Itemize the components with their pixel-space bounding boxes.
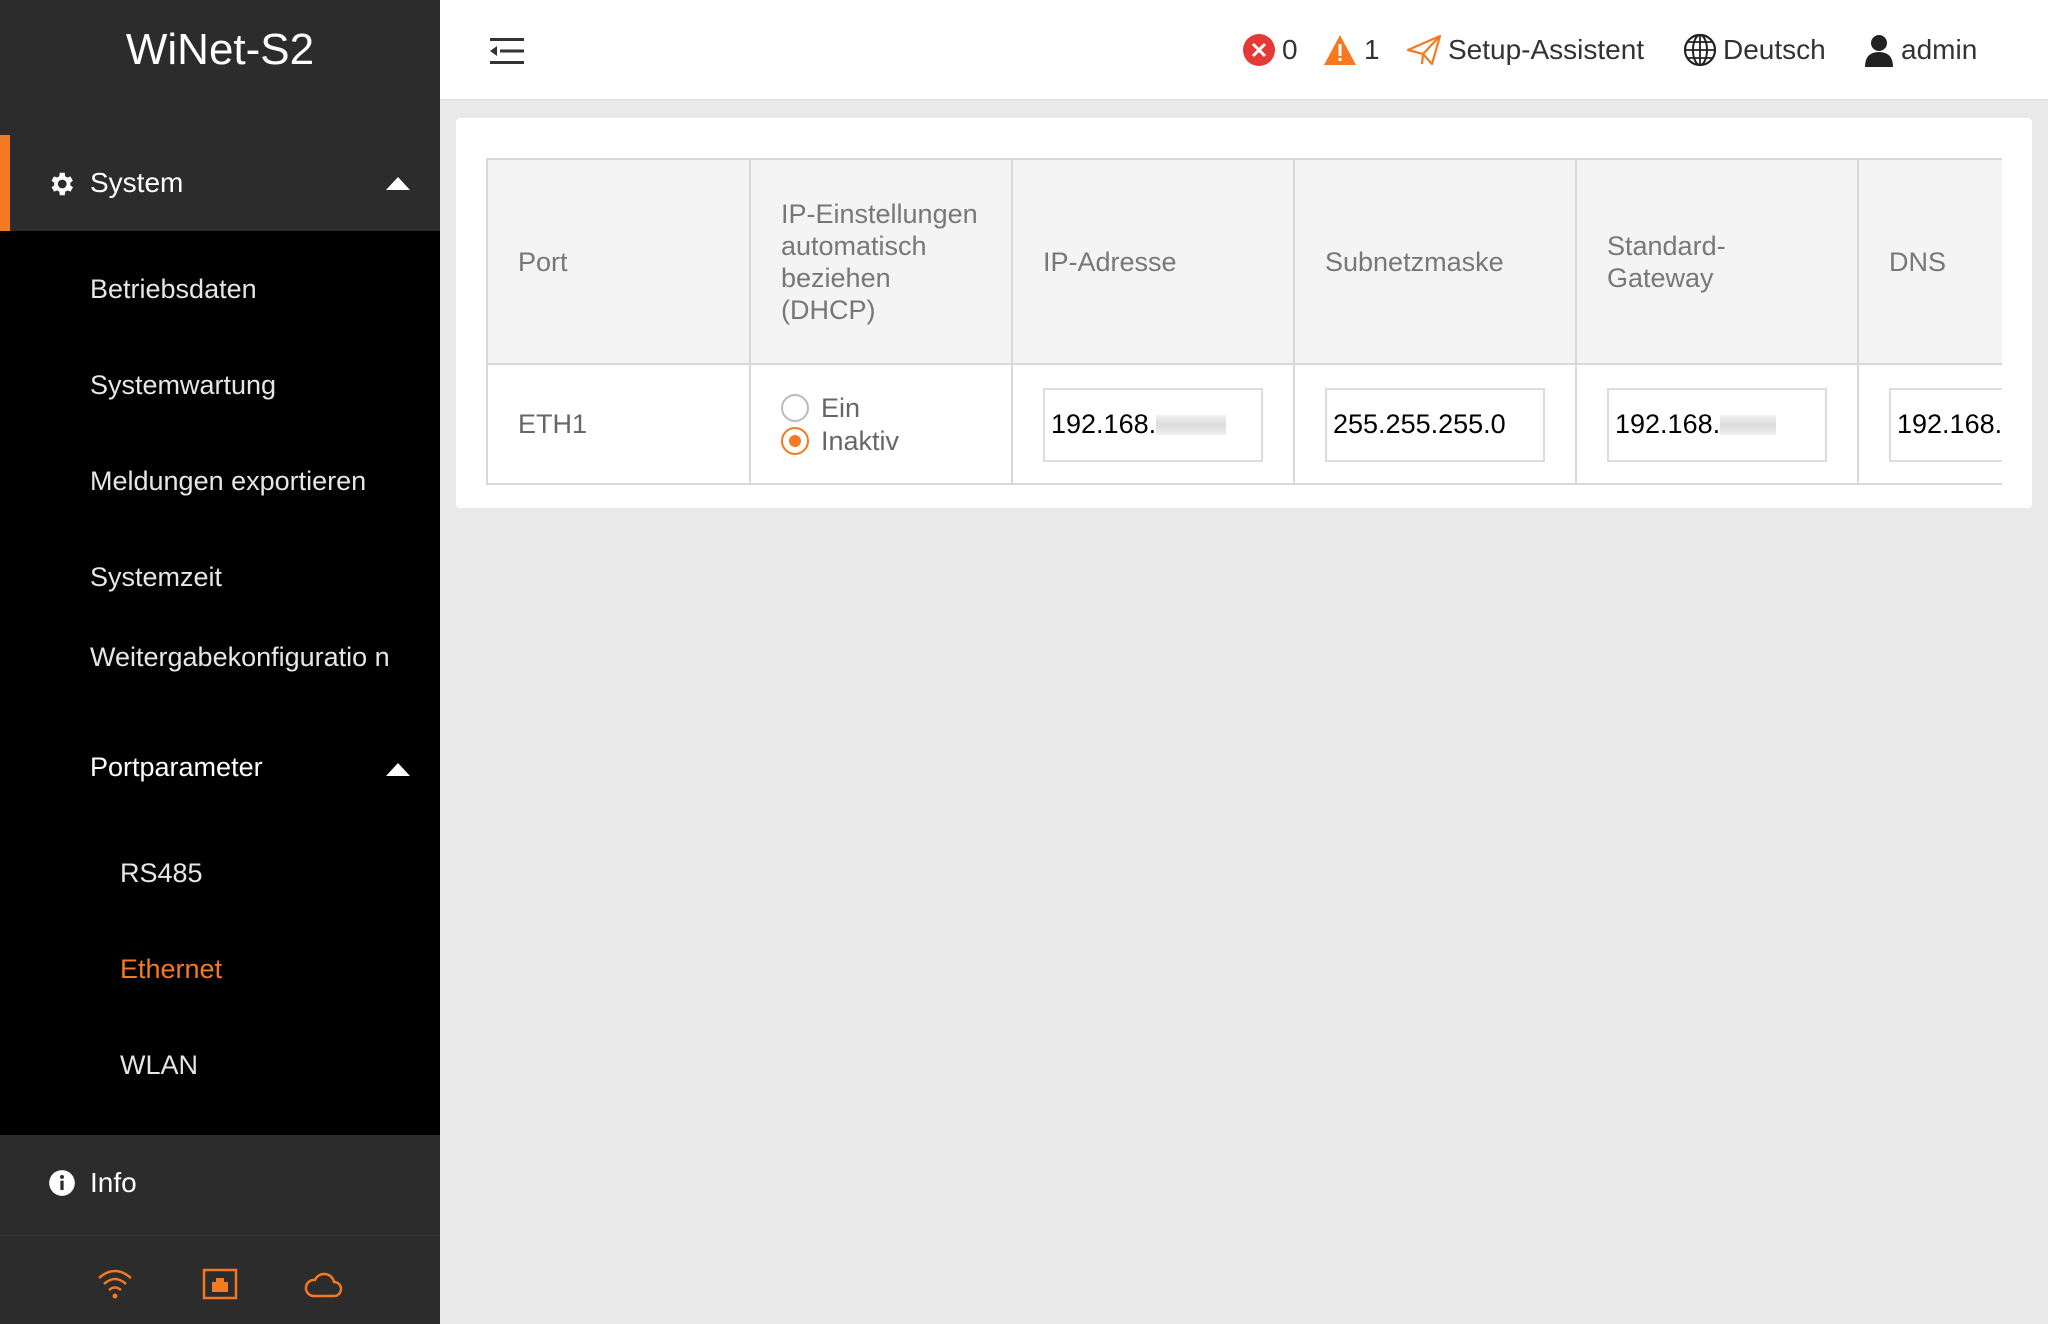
dhcp-off-radio[interactable]: Inaktiv [781, 425, 981, 458]
column-header-dhcp: IP-Einstellungen automatisch beziehen (D… [750, 160, 1013, 365]
redacted-blur [1156, 414, 1227, 435]
column-header-gateway: Standard-Gateway [1576, 160, 1859, 365]
subnet-mask-input[interactable]: 255.255.255.0 [1325, 387, 1545, 462]
menu-toggle-icon[interactable] [490, 36, 524, 66]
table-row: ETH1 Ein Inaktiv 192.168. 255.255.255.0 … [488, 364, 2002, 483]
sidebar: WiNet-S2 System Betriebsdaten Systemwart… [0, 0, 440, 1324]
gateway-value: 192.168. [1615, 409, 1721, 439]
user-icon [1865, 35, 1893, 67]
sidebar-item-systemzeit[interactable]: Systemzeit [90, 562, 390, 592]
ip-address-value: 192.168. [1051, 409, 1157, 439]
setup-assistant-label: Setup-Assistent [1448, 34, 1645, 65]
ethernet-table-wrapper: Port IP-Einstellungen automatisch bezieh… [486, 158, 2002, 485]
table-header-row: Port IP-Einstellungen automatisch bezieh… [488, 160, 2002, 365]
language-selector[interactable]: Deutsch [1683, 32, 1826, 68]
sidebar-item-portparameter[interactable]: Portparameter [90, 752, 263, 783]
sidebar-item-info[interactable]: Info [0, 1135, 440, 1231]
sidebar-item-wlan[interactable]: WLAN [120, 1050, 198, 1081]
info-icon [49, 1170, 75, 1196]
sidebar-item-meldungen-exportieren[interactable]: Meldungen exportieren [90, 466, 390, 496]
status-icons-bar [0, 1235, 440, 1324]
setup-assistant-button[interactable]: Setup-Assistent [1406, 32, 1644, 68]
send-icon [1406, 34, 1442, 66]
dhcp-off-label: Inaktiv [821, 425, 900, 456]
globe-icon [1683, 33, 1717, 67]
column-header-port: Port [488, 160, 751, 365]
caret-up-icon [386, 763, 410, 776]
sidebar-item-betriebsdaten[interactable]: Betriebsdaten [90, 274, 390, 304]
user-menu[interactable]: admin [1863, 32, 1977, 68]
error-icon [1243, 34, 1275, 66]
ethernet-icon[interactable] [200, 1266, 240, 1302]
warning-count: 1 [1364, 34, 1380, 65]
error-indicator[interactable]: 0 [1242, 32, 1298, 68]
radio-button[interactable] [781, 394, 809, 422]
ethernet-table: Port IP-Einstellungen automatisch bezieh… [488, 160, 2002, 483]
dhcp-cell: Ein Inaktiv [750, 364, 1013, 483]
port-cell: ETH1 [488, 364, 751, 483]
gear-icon [51, 172, 73, 196]
sidebar-item-label: System [90, 167, 184, 198]
ip-address-input[interactable]: 192.168. [1043, 387, 1263, 462]
warning-icon [1324, 35, 1356, 65]
user-label: admin [1901, 34, 1978, 65]
column-header-ip-address: IP-Adresse [1012, 160, 1295, 365]
column-header-dns: DNS [1858, 160, 2002, 365]
redacted-blur [1720, 414, 1777, 435]
dns-value: 192.168. [1897, 409, 2002, 439]
sidebar-item-label: Info [90, 1167, 137, 1198]
column-header-subnet-mask: Subnetzmaske [1294, 160, 1577, 365]
ethernet-settings-card: Port IP-Einstellungen automatisch bezieh… [456, 118, 2032, 508]
system-submenu: Betriebsdaten Systemwartung Meldungen ex… [0, 231, 440, 1135]
warning-indicator[interactable]: 1 [1322, 32, 1380, 68]
sidebar-item-ethernet[interactable]: Ethernet [120, 954, 222, 985]
cloud-icon[interactable] [303, 1266, 343, 1302]
dns-cell: 192.168. [1858, 364, 2002, 483]
sidebar-item-weitergabekonfiguration[interactable]: Weitergabekonfiguratio n [90, 643, 390, 671]
mask-cell: 255.255.255.0 [1294, 364, 1577, 483]
language-label: Deutsch [1723, 34, 1826, 65]
dhcp-on-label: Ein [821, 392, 861, 423]
active-indicator [0, 135, 10, 231]
dhcp-on-radio[interactable]: Ein [781, 392, 981, 425]
gateway-cell: 192.168. [1576, 364, 1859, 483]
wifi-icon[interactable] [95, 1266, 135, 1302]
dns-input[interactable]: 192.168. [1889, 387, 2002, 462]
ip-cell: 192.168. [1012, 364, 1295, 483]
app-logo: WiNet-S2 [125, 25, 315, 74]
gateway-input[interactable]: 192.168. [1607, 387, 1827, 462]
subnet-mask-value: 255.255.255.0 [1333, 409, 1506, 439]
caret-up-icon [386, 177, 410, 190]
error-count: 0 [1282, 34, 1298, 65]
sidebar-item-systemwartung[interactable]: Systemwartung [90, 370, 390, 400]
sidebar-item-rs485[interactable]: RS485 [120, 858, 203, 889]
top-header: 0 1 Setup-Assistent Deutsch admin [440, 0, 2048, 100]
radio-button-selected[interactable] [781, 427, 809, 455]
sidebar-item-system[interactable]: System [0, 135, 440, 231]
